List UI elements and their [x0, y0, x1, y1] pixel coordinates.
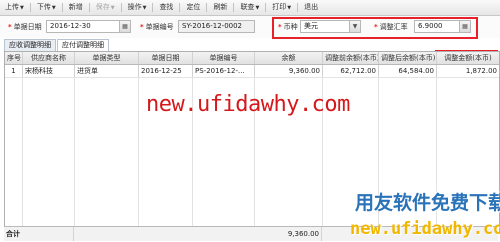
watermark-brand: 用友软件免费下载 — [355, 192, 500, 214]
chevron-down-icon: ▼ — [20, 4, 24, 11]
currency-rate-highlight — [272, 17, 478, 39]
toolbar-button-label: 下传 — [36, 2, 51, 11]
doc-no-label-text: 单据编号 — [145, 23, 174, 31]
toolbar-separator — [297, 3, 299, 12]
toolbar-button-5[interactable]: 查找 — [154, 0, 178, 15]
column-header-seq[interactable]: 序号 — [5, 52, 23, 64]
cell-adjust-amount[interactable]: 1,872.00 — [437, 65, 499, 77]
toolbar-button-label: 打印 — [272, 2, 287, 11]
toolbar-button-10[interactable]: 退出 — [299, 0, 323, 15]
toolbar-button-label: 新增 — [68, 3, 83, 11]
toolbar-button-label: 查找 — [159, 3, 174, 11]
toolbar-button-1[interactable]: 下传▼ — [32, 0, 61, 16]
cell-doc-type[interactable]: 进货单 — [75, 65, 139, 77]
cell-doc-date[interactable]: 2016-12-25 — [139, 65, 193, 77]
total-balance: 9,360.00 — [254, 227, 322, 241]
toolbar-button-3[interactable]: 保存▼ — [91, 0, 120, 16]
toolbar-button-label: 上传 — [5, 2, 19, 11]
toolbar-button-0[interactable]: 上传▼ — [0, 0, 29, 16]
doc-no-label: * 单据编号 — [140, 22, 174, 32]
doc-date-value: 2016-12-30 — [50, 22, 91, 30]
chevron-down-icon: ▼ — [255, 4, 260, 11]
toolbar-button-label: 定位 — [186, 3, 201, 11]
toolbar-button-2[interactable]: 新增 — [64, 0, 88, 15]
required-mark: * — [8, 23, 12, 31]
toolbar-button-label: 保存 — [95, 2, 110, 11]
required-mark: * — [140, 23, 144, 31]
column-header-doc-date[interactable]: 单据日期 — [139, 52, 193, 64]
toolbar-button-label: 联查 — [240, 2, 255, 11]
cell-supplier[interactable]: 宋杨科技 — [23, 65, 75, 77]
doc-no-field[interactable]: SY-2016-12-0002 — [178, 20, 255, 33]
toolbar-separator — [29, 3, 31, 12]
toolbar-separator — [206, 3, 208, 12]
toolbar-button-label: 退出 — [304, 3, 319, 11]
toolbar: 上传▼ 下传▼ 新增 保存▼ 操作▼ 查找 定位 刷新 联查▼ 打印▼ 退出 — [0, 0, 500, 16]
tab-receivable-adjustment[interactable]: 应收调整明细 — [4, 39, 56, 51]
column-header-doc-no[interactable]: 单据编号 — [193, 52, 255, 64]
cell-balance-before[interactable]: 62,712.00 — [323, 65, 379, 77]
toolbar-button-8[interactable]: 联查▼ — [235, 0, 264, 16]
toolbar-separator — [152, 3, 154, 12]
chevron-down-icon: ▼ — [110, 4, 115, 11]
column-header-supplier[interactable]: 供应商名称 — [23, 52, 75, 64]
doc-date-label-text: 单据日期 — [13, 23, 42, 31]
toolbar-separator — [88, 3, 90, 12]
toolbar-button-9[interactable]: 打印▼ — [267, 0, 296, 16]
chevron-down-icon: ▼ — [51, 4, 56, 11]
toolbar-button-label: 刷新 — [213, 3, 228, 11]
calendar-icon[interactable]: ▦ — [119, 21, 130, 32]
toolbar-separator — [265, 3, 267, 12]
toolbar-button-label: 操作 — [127, 2, 142, 11]
cell-seq: 1 — [5, 65, 23, 77]
toolbar-button-4[interactable]: 操作▼ — [123, 0, 152, 16]
doc-date-label: * 单据日期 — [8, 22, 42, 32]
toolbar-separator — [233, 3, 235, 12]
column-header-balance-after[interactable]: 调整后余额(本币) — [379, 52, 437, 64]
chevron-down-icon: ▼ — [142, 4, 147, 11]
total-label: 合计 — [4, 227, 74, 241]
watermark-url: new.ufidawhy.com — [350, 219, 500, 239]
doc-date-field[interactable]: 2016-12-30 ▦ — [46, 20, 131, 33]
column-header-balance[interactable]: 余额 — [255, 52, 323, 64]
table-row[interactable]: 1 宋杨科技 进货单 2016-12-25 PS-2016-12-... 9,3… — [5, 65, 499, 78]
cell-balance-after[interactable]: 64,584.00 — [379, 65, 437, 77]
column-header-adjust-amount[interactable]: 调整金额(本币) — [437, 52, 499, 64]
toolbar-separator — [179, 3, 181, 12]
toolbar-separator — [120, 3, 122, 12]
watermark-center-url: new.ufidawhy.com — [146, 92, 350, 117]
toolbar-button-6[interactable]: 定位 — [181, 0, 205, 15]
column-header-doc-type[interactable]: 单据类型 — [75, 52, 139, 64]
cell-doc-no[interactable]: PS-2016-12-... — [193, 65, 255, 77]
cell-balance[interactable]: 9,360.00 — [255, 65, 323, 77]
column-header-balance-before[interactable]: 调整前余额(本币) — [323, 52, 379, 64]
toolbar-separator — [61, 3, 63, 12]
grid-header-row: 序号 供应商名称 单据类型 单据日期 单据编号 余额 调整前余额(本币) 调整后… — [5, 52, 499, 65]
doc-no-value: SY-2016-12-0002 — [182, 22, 243, 30]
detail-tabs: 应收调整明细 应付调整明细 — [4, 39, 110, 52]
toolbar-button-7[interactable]: 刷新 — [208, 0, 232, 15]
chevron-down-icon: ▼ — [287, 4, 292, 11]
